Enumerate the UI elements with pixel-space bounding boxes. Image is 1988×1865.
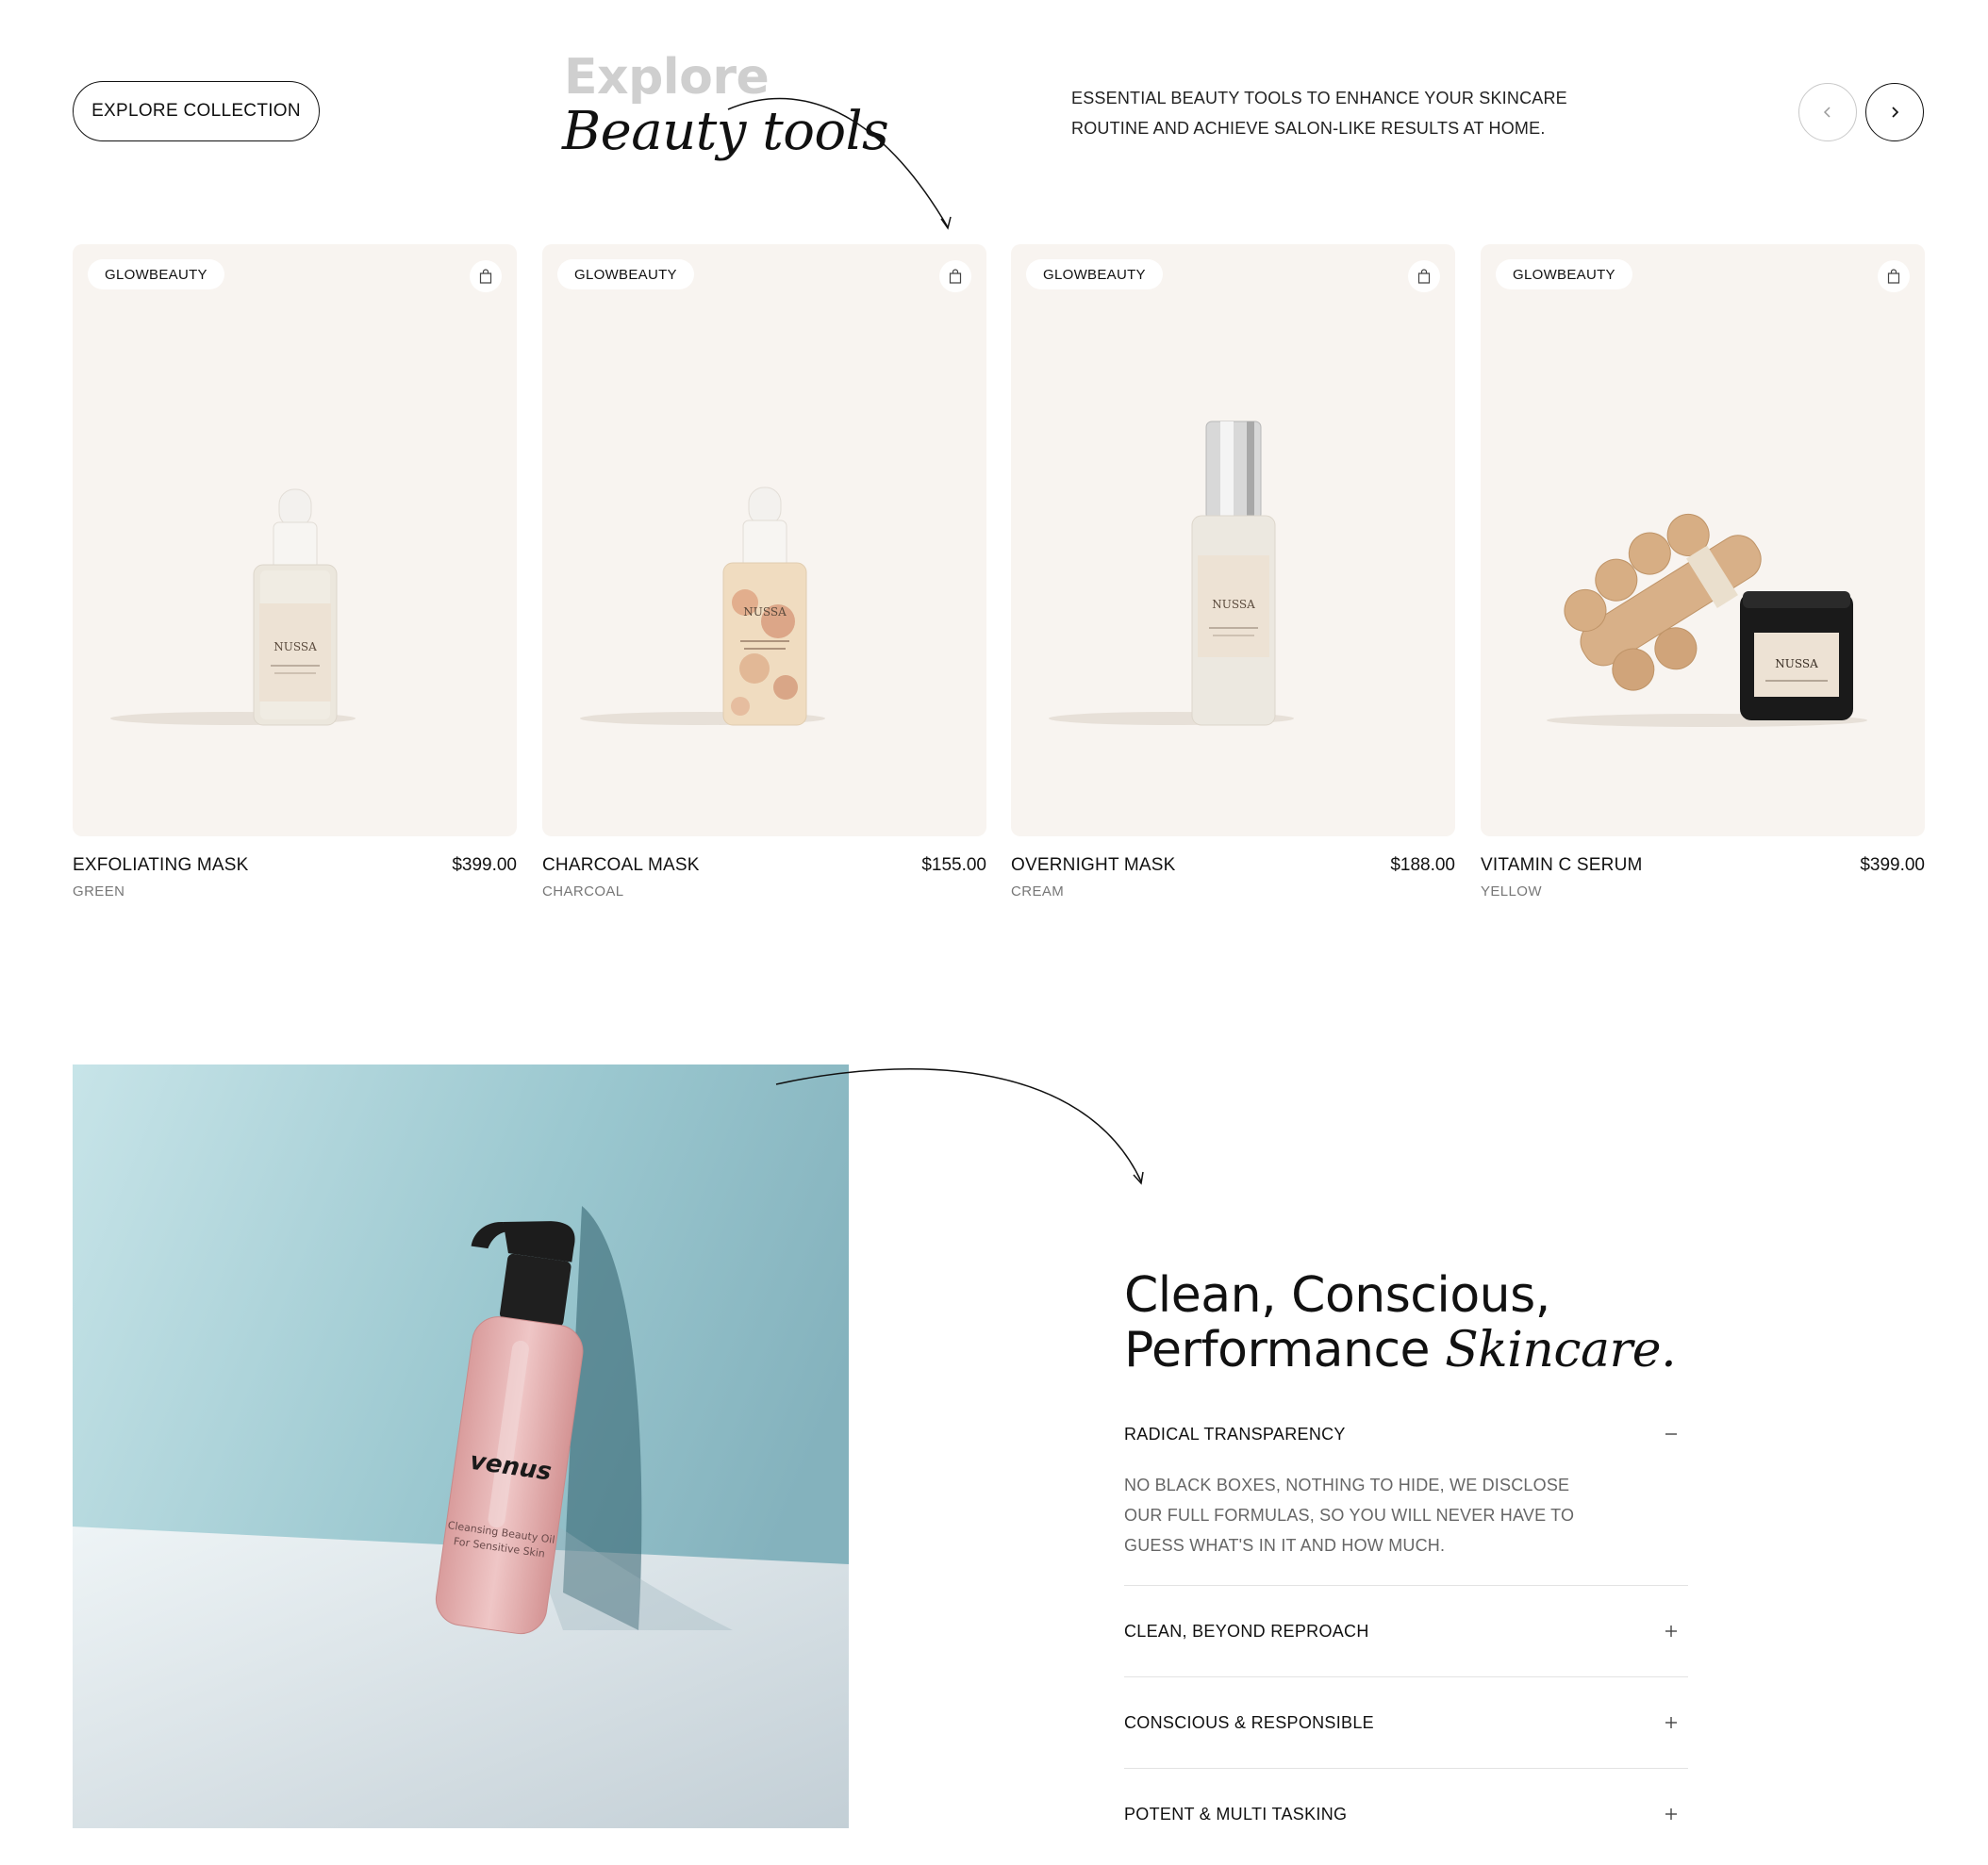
add-to-cart-button[interactable] <box>470 260 502 292</box>
accordion-header[interactable]: CONSCIOUS & RESPONSIBLE <box>1124 1704 1688 1741</box>
accordion-label: CLEAN, BEYOND REPROACH <box>1124 1621 1369 1641</box>
carousel-prev-button[interactable] <box>1798 83 1857 141</box>
brand-badge: GLOWBEAUTY <box>88 259 224 289</box>
product-card[interactable]: NUSSA GLOWBEAUTY CHARCOAL MASK $155.00 C… <box>542 244 986 912</box>
accordion-item[interactable]: CLEAN, BEYOND REPROACH <box>1124 1612 1688 1650</box>
product-card[interactable]: NUSSA GLOWBEAUTY VITAMIN C SERUM $399.00… <box>1481 244 1925 912</box>
product-price: $155.00 <box>921 855 986 875</box>
brand-badge: GLOWBEAUTY <box>557 259 694 289</box>
add-to-cart-button[interactable] <box>939 260 971 292</box>
divider <box>1124 1585 1688 1586</box>
product-price: $399.00 <box>1860 855 1925 875</box>
header-description: ESSENTIAL BEAUTY TOOLS TO ENHANCE YOUR S… <box>1071 89 1567 138</box>
accordion-item[interactable]: RADICAL TRANSPARENCY NO BLACK BOXES, NOT… <box>1124 1415 1688 1560</box>
product-card[interactable]: NUSSA GLOWBEAUTY OVERNIGHT MASK $188.00 … <box>1011 244 1455 912</box>
accordion-item[interactable]: CONSCIOUS & RESPONSIBLE <box>1124 1704 1688 1741</box>
shopping-bag-icon <box>1887 269 1900 284</box>
feature-title-line1: Clean, Conscious, <box>1124 1267 1550 1324</box>
feature-title-italic: Skincare. <box>1445 1322 1677 1378</box>
accordion-label: POTENT & MULTI TASKING <box>1124 1804 1348 1824</box>
product-label-text: NUSSA <box>1775 657 1818 670</box>
accordion-header[interactable]: POTENT & MULTI TASKING <box>1124 1795 1688 1833</box>
shopping-bag-icon <box>479 269 492 284</box>
chevron-left-icon <box>1823 107 1831 118</box>
divider <box>1124 1768 1688 1769</box>
feature-title: Clean, Conscious, Performance Skincare. <box>1124 1267 1677 1378</box>
product-label-text: NUSSA <box>743 605 787 619</box>
feature-image: venus Cleansing Beauty Oil For Sensitive… <box>73 1065 849 1828</box>
dropper-bottle-image: NUSSA <box>110 488 356 726</box>
product-label-text: NUSSA <box>273 640 317 653</box>
carousel-next-button[interactable] <box>1865 83 1924 141</box>
accordion-body: NO BLACK BOXES, NOTHING TO HIDE, WE DISC… <box>1124 1476 1575 1555</box>
divider <box>1124 1676 1688 1677</box>
product-price: $399.00 <box>452 855 517 875</box>
product-name[interactable]: EXFOLIATING MASK <box>73 855 249 876</box>
product-variant: CREAM <box>1011 883 1065 899</box>
decorative-arrow-icon <box>727 97 952 230</box>
add-to-cart-button[interactable] <box>1878 260 1910 292</box>
explore-collection-button[interactable]: EXPLORE COLLECTION <box>73 81 320 141</box>
product-name[interactable]: VITAMIN C SERUM <box>1481 855 1643 876</box>
product-image-area[interactable]: NUSSA GLOWBEAUTY <box>73 244 517 836</box>
spray-bottle-image: NUSSA <box>1049 421 1294 726</box>
product-variant: GREEN <box>73 883 125 899</box>
plus-icon[interactable] <box>1664 1715 1679 1730</box>
brand-badge: GLOWBEAUTY <box>1026 259 1163 289</box>
shopping-bag-icon <box>1417 269 1431 284</box>
accordion-item[interactable]: POTENT & MULTI TASKING <box>1124 1795 1688 1833</box>
product-image-area[interactable]: NUSSA GLOWBEAUTY <box>1011 244 1455 836</box>
product-variant: CHARCOAL <box>542 883 624 899</box>
decorative-arrow-icon <box>775 1068 1144 1185</box>
wood-massager-and-jar-image: NUSSA <box>1547 513 1867 727</box>
product-image-area[interactable]: NUSSA GLOWBEAUTY <box>1481 244 1925 836</box>
product-card[interactable]: NUSSA GLOWBEAUTY EXFOLIATING MASK $399.0… <box>73 244 517 912</box>
plus-icon[interactable] <box>1664 1807 1679 1822</box>
floral-oil-bottle-image: NUSSA <box>580 487 825 726</box>
plus-icon[interactable] <box>1664 1624 1679 1639</box>
product-price: $188.00 <box>1390 855 1455 875</box>
add-to-cart-button[interactable] <box>1408 260 1440 292</box>
product-image-area[interactable]: NUSSA GLOWBEAUTY <box>542 244 986 836</box>
accordion-label: CONSCIOUS & RESPONSIBLE <box>1124 1712 1374 1732</box>
product-variant: YELLOW <box>1481 883 1542 899</box>
feature-title-line2: Performance <box>1124 1322 1431 1378</box>
minus-icon[interactable] <box>1664 1427 1679 1442</box>
brand-badge: GLOWBEAUTY <box>1496 259 1632 289</box>
shopping-bag-icon <box>949 269 962 284</box>
accordion-header[interactable]: RADICAL TRANSPARENCY <box>1124 1415 1688 1453</box>
chevron-right-icon <box>1892 107 1899 118</box>
product-name[interactable]: OVERNIGHT MASK <box>1011 855 1176 876</box>
accordion-label: RADICAL TRANSPARENCY <box>1124 1424 1346 1444</box>
product-label-text: NUSSA <box>1212 598 1255 611</box>
accordion-header[interactable]: CLEAN, BEYOND REPROACH <box>1124 1612 1688 1650</box>
product-name[interactable]: CHARCOAL MASK <box>542 855 700 876</box>
